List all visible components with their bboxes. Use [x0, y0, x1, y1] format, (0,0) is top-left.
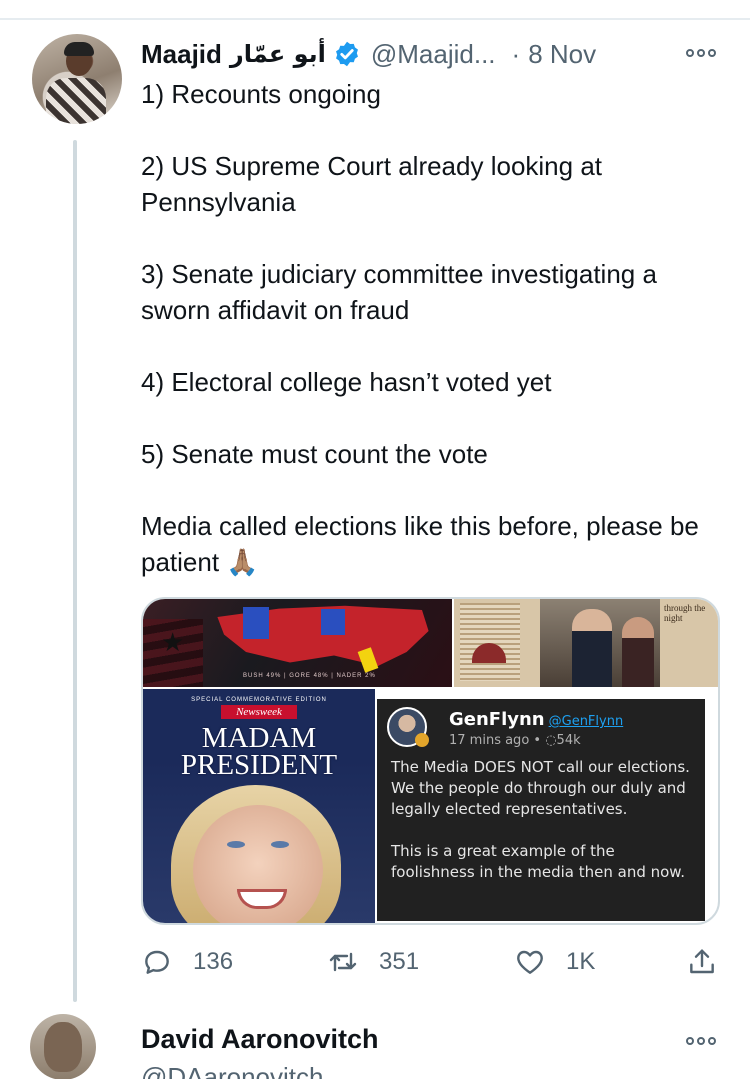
tweet-text-line: 3) Senate judiciary committee investigat… [141, 259, 657, 325]
embedded-author-name: GenFlynn [449, 709, 545, 730]
cover-eye [271, 841, 289, 848]
more-options-icon[interactable] [686, 1037, 716, 1045]
map-blue-state [243, 607, 269, 639]
embedded-paragraph: This is a great example of the foolishne… [391, 842, 685, 881]
heart-icon [517, 950, 543, 974]
reply-icon [145, 950, 169, 974]
author-name[interactable]: Maajid [141, 39, 222, 70]
newspaper-note: through the night [664, 603, 706, 623]
author-handle[interactable]: @Maajid... [371, 39, 496, 70]
newspaper-column [460, 603, 520, 681]
author-name-arabic[interactable]: أبو عمّار [230, 40, 326, 68]
share-button[interactable] [686, 942, 718, 982]
newspaper-person [622, 617, 654, 687]
reply-button[interactable]: 136 [141, 942, 233, 982]
cover-headline: MADAM PRESIDENT [180, 722, 338, 781]
separator-dot: · [511, 38, 521, 69]
newspaper-person [572, 609, 612, 687]
embedded-author-handle: @GenFlynn [548, 714, 624, 729]
election-map-image: ★ BUSH 49% | GORE 48% | NADER 2% [143, 599, 452, 687]
tweet-actions: 136 351 1K [141, 942, 721, 982]
top-divider [0, 18, 750, 20]
cover-masthead: Newsweek [221, 705, 297, 719]
tweet-text-line: 5) Senate must count the vote [141, 439, 488, 469]
tweet-text-line: 4) Electoral college hasn’t voted yet [141, 367, 552, 397]
verified-badge-icon [335, 41, 358, 67]
more-options-icon[interactable] [686, 49, 716, 57]
embedded-text: The Media DOES NOT call our elections. W… [391, 757, 697, 904]
cover-eye [227, 841, 245, 848]
tweet-date[interactable]: 8 Nov [528, 39, 596, 70]
tweet-text: 1) Recounts ongoing 2) US Supreme Court … [141, 76, 701, 580]
avatar[interactable] [30, 1014, 96, 1079]
retweet-icon [329, 952, 357, 972]
star-icon: ★ [161, 627, 185, 657]
retweet-count: 351 [379, 948, 420, 975]
embedded-author: GenFlynn @GenFlynn [449, 709, 623, 730]
map-caption: BUSH 49% | GORE 48% | NADER 2% [243, 673, 376, 679]
newspaper-clipping-image: through the night [454, 599, 718, 687]
map-blue-state [321, 609, 345, 635]
embedded-meta: 17 mins ago • ◌54k [449, 733, 581, 748]
retweet-button[interactable]: 351 [327, 942, 419, 982]
tweet-header: Maajid أبو عمّار @Maajid... · 8 Nov [141, 36, 596, 72]
cover-edition: SPECIAL COMMEMORATIVE EDITION [191, 697, 327, 703]
thread-connector-line [73, 140, 77, 1002]
embedded-badge-icon [415, 733, 429, 747]
next-author-name[interactable]: David Aaronovitch [141, 1024, 379, 1055]
avatar-cap [64, 42, 94, 56]
tweet-text-line: Media called elections like this before,… [141, 511, 699, 577]
avatar[interactable] [32, 34, 122, 124]
like-count: 1K [566, 948, 596, 975]
avatar-shirt [46, 78, 106, 124]
next-author-handle[interactable]: @DAaronovitch [141, 1062, 323, 1079]
tweet-text-line: 1) Recounts ongoing [141, 79, 381, 109]
avatar-face [44, 1022, 82, 1072]
embedded-tweet-screenshot: GenFlynn @GenFlynn 17 mins ago • ◌54k The… [377, 699, 705, 921]
tweet-media-image[interactable]: ★ BUSH 49% | GORE 48% | NADER 2% through… [141, 597, 720, 925]
magazine-cover-image: SPECIAL COMMEMORATIVE EDITION Newsweek M… [143, 689, 375, 923]
like-button[interactable]: 1K [514, 942, 595, 982]
reply-count: 136 [193, 948, 234, 975]
embedded-paragraph: The Media DOES NOT call our elections. W… [391, 758, 690, 818]
share-icon [690, 949, 714, 974]
tweet-text-line: 2) US Supreme Court already looking at P… [141, 151, 603, 217]
